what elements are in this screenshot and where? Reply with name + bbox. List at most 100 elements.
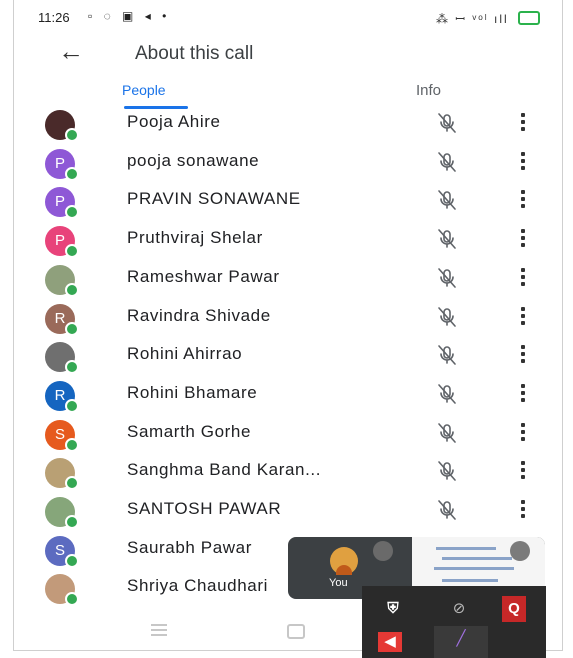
participant-row[interactable]: R Ravindra Shivade bbox=[14, 298, 562, 336]
more-options-icon[interactable] bbox=[517, 420, 529, 446]
muted-mic-icon bbox=[373, 541, 393, 561]
mic-off-icon[interactable] bbox=[434, 110, 460, 136]
signal-icons: ⁂ ꟷ ᵛᵒˡ ıll bbox=[435, 12, 509, 26]
participant-row[interactable]: Pooja Ahire bbox=[14, 104, 562, 142]
mic-off-icon[interactable] bbox=[434, 381, 460, 407]
document-line bbox=[436, 547, 496, 550]
avatar-initial: R bbox=[54, 386, 66, 404]
tab-people[interactable]: People bbox=[122, 82, 166, 98]
more-options-icon[interactable] bbox=[517, 304, 529, 330]
avatar bbox=[45, 110, 79, 142]
pen-icon[interactable]: ╱ bbox=[434, 626, 488, 658]
mic-off-icon[interactable] bbox=[434, 226, 460, 252]
mic-off-icon[interactable] bbox=[434, 497, 460, 523]
avatar bbox=[45, 574, 79, 607]
participant-name: SANTOSH PAWAR bbox=[127, 499, 282, 518]
document-line bbox=[442, 557, 512, 560]
participant-row[interactable]: S Samarth Gorhe bbox=[14, 414, 562, 452]
eye-off-icon[interactable]: ⊘ bbox=[444, 596, 474, 622]
avatar: S bbox=[45, 535, 79, 568]
online-status-dot bbox=[65, 476, 79, 491]
participant-name: Saurabh Pawar bbox=[127, 537, 252, 557]
more-options-icon[interactable] bbox=[517, 110, 529, 136]
self-avatar bbox=[330, 547, 358, 575]
avatar-initial: S bbox=[54, 425, 65, 443]
more-options-icon[interactable] bbox=[517, 458, 529, 484]
online-status-dot bbox=[65, 205, 79, 220]
online-status-dot bbox=[65, 398, 79, 413]
avatar-initial: P bbox=[54, 232, 65, 250]
more-options-icon[interactable] bbox=[517, 381, 529, 407]
document-line bbox=[442, 579, 498, 582]
more-options-icon[interactable] bbox=[517, 265, 529, 291]
participant-name: Sanghma Band Karan... bbox=[127, 460, 322, 480]
avatar: P bbox=[45, 226, 79, 259]
participant-name: Pruthviraj Shelar bbox=[127, 228, 263, 248]
self-label: You bbox=[329, 577, 348, 589]
participant-row[interactable]: Rohini Ahirrao bbox=[14, 336, 562, 375]
home-button[interactable] bbox=[287, 624, 305, 639]
online-status-dot bbox=[65, 282, 79, 297]
document-line bbox=[434, 567, 514, 570]
online-status-dot bbox=[65, 244, 79, 259]
online-status-dot bbox=[65, 360, 79, 375]
tab-info[interactable]: Info bbox=[416, 82, 441, 99]
avatar-initial: P bbox=[54, 154, 65, 172]
more-options-icon[interactable] bbox=[517, 342, 529, 368]
record-icon[interactable]: ◀ bbox=[378, 632, 402, 652]
status-time: 11:26 bbox=[38, 10, 70, 25]
mic-off-icon[interactable] bbox=[434, 149, 460, 175]
participant-row[interactable]: SANTOSH PAWAR bbox=[14, 491, 562, 529]
avatar-initial: S bbox=[54, 541, 65, 559]
participant-name: Rameshwar Pawar bbox=[127, 266, 280, 286]
participant-row[interactable]: P PRAVIN SONAWANE bbox=[14, 181, 562, 220]
online-status-dot bbox=[65, 166, 79, 181]
battery-icon bbox=[518, 11, 540, 25]
avatar-initial: P bbox=[54, 193, 65, 211]
avatar bbox=[45, 342, 79, 375]
participant-name: Rohini Ahirrao bbox=[127, 344, 243, 364]
mic-off-icon[interactable] bbox=[434, 420, 460, 446]
online-status-dot bbox=[65, 321, 79, 336]
avatar: P bbox=[45, 187, 79, 220]
avatar bbox=[45, 497, 79, 529]
online-status-dot bbox=[65, 592, 79, 607]
shield-icon[interactable]: ⛨ bbox=[378, 596, 408, 622]
participant-row[interactable]: Rameshwar Pawar bbox=[14, 259, 562, 297]
participant-row[interactable]: Sanghma Band Karan... bbox=[14, 452, 562, 491]
participant-name: Rohini Bhamare bbox=[127, 382, 258, 402]
status-bar: 11:26 ▫ ◌ ▣ ◂ • ⁂ ꟷ ᵛᵒˡ ıll bbox=[14, 0, 562, 34]
muted-mic-icon bbox=[510, 541, 530, 561]
participant-name: Pooja Ahire bbox=[127, 112, 221, 131]
recent-apps-button[interactable] bbox=[151, 624, 167, 639]
mic-off-icon[interactable] bbox=[434, 265, 460, 291]
online-status-dot bbox=[65, 437, 79, 452]
notification-icons: ▫ ◌ ▣ ◂ • bbox=[88, 9, 171, 23]
more-options-icon[interactable] bbox=[517, 187, 529, 213]
more-options-icon[interactable] bbox=[517, 497, 529, 523]
page-title: About this call bbox=[135, 43, 254, 64]
participant-row[interactable]: Ppooja sonawane bbox=[14, 143, 562, 181]
avatar: R bbox=[45, 380, 79, 413]
mic-off-icon[interactable] bbox=[434, 342, 460, 368]
mic-off-icon[interactable] bbox=[434, 458, 460, 484]
more-options-icon[interactable] bbox=[517, 149, 529, 175]
q-app-icon[interactable]: Q bbox=[502, 596, 526, 622]
participant-name: pooja sonawane bbox=[127, 150, 260, 170]
avatar bbox=[45, 264, 79, 297]
floating-toolbar: ⛨ ⊘ Q ◀ ╱ bbox=[362, 586, 546, 658]
participant-row[interactable]: R Rohini Bhamare bbox=[14, 375, 562, 413]
avatar: P bbox=[45, 148, 79, 181]
participant-name: Ravindra Shivade bbox=[127, 305, 271, 325]
more-options-icon[interactable] bbox=[517, 226, 529, 252]
participant-name: PRAVIN SONAWANE bbox=[127, 189, 301, 209]
avatar: R bbox=[45, 303, 79, 336]
mic-off-icon[interactable] bbox=[434, 304, 460, 330]
system-icons: ⁂ ꟷ ᵛᵒˡ ıll bbox=[436, 10, 540, 27]
avatar-initial: R bbox=[54, 309, 66, 327]
online-status-dot bbox=[65, 553, 79, 568]
avatar: S bbox=[45, 419, 79, 452]
arrow-left-icon[interactable]: ← bbox=[58, 36, 84, 67]
participant-row[interactable]: P Pruthviraj Shelar bbox=[14, 220, 562, 259]
mic-off-icon[interactable] bbox=[434, 187, 460, 213]
